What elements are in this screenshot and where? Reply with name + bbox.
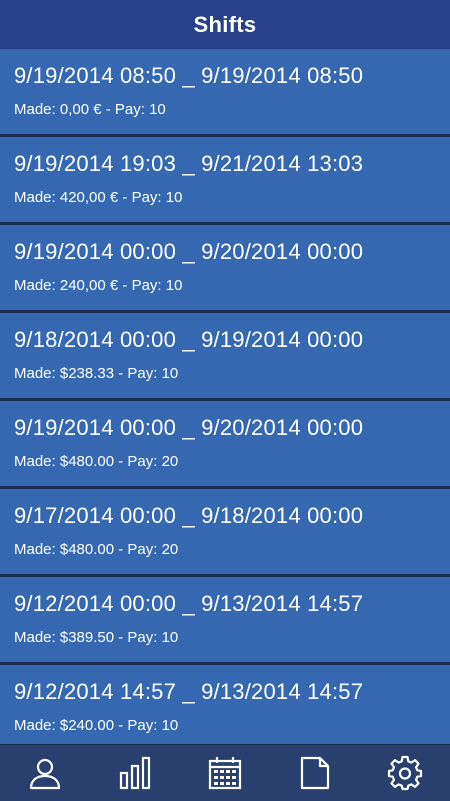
document-icon: [300, 756, 330, 790]
shift-row[interactable]: 9/12/2014 14:57 _ 9/13/2014 14:57 Made: …: [0, 665, 450, 744]
page-title: Shifts: [193, 11, 257, 37]
app-header: Shifts: [0, 0, 450, 49]
shift-dates: 9/12/2014 00:00 _ 9/13/2014 14:57: [14, 591, 364, 616]
shift-row[interactable]: 9/17/2014 00:00 _ 9/18/2014 00:00 Made: …: [0, 489, 450, 574]
shift-earnings: Made: $238.33 - Pay: 10: [14, 365, 179, 382]
gear-icon: [387, 755, 423, 791]
shift-row[interactable]: 9/19/2014 00:00 _ 9/20/2014 00:00 Made: …: [0, 225, 450, 310]
shift-row[interactable]: 9/18/2014 00:00 _ 9/19/2014 00:00 Made: …: [0, 313, 450, 398]
shift-earnings: Made: 240,00 € - Pay: 10: [14, 277, 183, 294]
shift-row[interactable]: 9/19/2014 00:00 _ 9/20/2014 00:00 Made: …: [0, 401, 450, 486]
shift-earnings: Made: $480.00 - Pay: 20: [14, 541, 179, 558]
shift-earnings: Made: $389.50 - Pay: 10: [14, 629, 179, 646]
tab-calendar[interactable]: [180, 745, 270, 801]
bottom-tab-bar: [0, 744, 450, 801]
shift-dates: 9/12/2014 14:57 _ 9/13/2014 14:57: [14, 679, 364, 704]
shift-dates: 9/19/2014 08:50 _ 9/19/2014 08:50: [14, 63, 364, 88]
shift-earnings: Made: $240.00 - Pay: 10: [14, 717, 179, 734]
tab-statistics[interactable]: [90, 745, 180, 801]
shift-dates: 9/17/2014 00:00 _ 9/18/2014 00:00: [14, 503, 364, 528]
shift-dates: 9/18/2014 00:00 _ 9/19/2014 00:00: [14, 327, 364, 352]
shift-dates: 9/19/2014 19:03 _ 9/21/2014 13:03: [14, 151, 364, 176]
shift-dates: 9/19/2014 00:00 _ 9/20/2014 00:00: [14, 415, 364, 440]
tab-settings[interactable]: [360, 745, 450, 801]
shift-row[interactable]: 9/19/2014 08:50 _ 9/19/2014 08:50 Made: …: [0, 49, 450, 134]
shift-earnings: Made: 420,00 € - Pay: 10: [14, 189, 183, 206]
shift-earnings: Made: $480.00 - Pay: 20: [14, 453, 179, 470]
calendar-icon: [208, 757, 242, 790]
shift-row[interactable]: 9/19/2014 19:03 _ 9/21/2014 13:03 Made: …: [0, 137, 450, 222]
shift-earnings: Made: 0,00 € - Pay: 10: [14, 101, 166, 118]
shift-dates: 9/19/2014 00:00 _ 9/20/2014 00:00: [14, 239, 364, 264]
shift-list[interactable]: 9/19/2014 08:50 _ 9/19/2014 08:50 Made: …: [0, 49, 450, 744]
bar-chart-icon: [119, 756, 151, 790]
person-icon: [29, 758, 61, 790]
shift-row[interactable]: 9/12/2014 00:00 _ 9/13/2014 14:57 Made: …: [0, 577, 450, 662]
tab-profile[interactable]: [0, 745, 90, 801]
tab-documents[interactable]: [270, 745, 360, 801]
